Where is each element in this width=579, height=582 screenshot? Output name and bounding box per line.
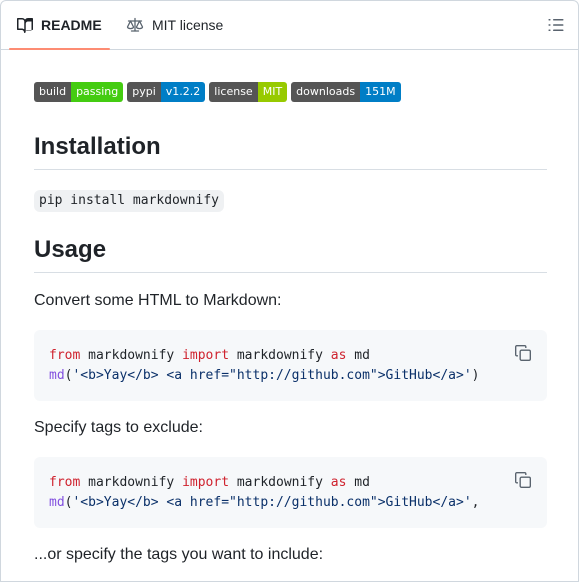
code-block-exclude: from markdownify import markdownify as m… xyxy=(34,457,547,528)
copy-button[interactable] xyxy=(514,344,532,362)
heading-usage: Usage xyxy=(34,236,547,273)
badge-build[interactable]: build passing xyxy=(34,82,124,102)
badge-downloads[interactable]: downloads 151M xyxy=(291,82,401,102)
book-icon xyxy=(17,17,33,33)
include-text: ...or specify the tags you want to inclu… xyxy=(34,546,324,563)
readme-tab-bar: README MIT license xyxy=(1,1,578,50)
usage-intro-text: Convert some HTML to Markdown: xyxy=(34,292,282,309)
heading-installation: Installation xyxy=(34,133,547,170)
copy-icon xyxy=(515,345,531,361)
code-content: from markdownify import markdownify as m… xyxy=(49,348,480,383)
exclude-text: Specify tags to exclude: xyxy=(34,419,203,436)
tab-license[interactable]: MIT license xyxy=(118,1,231,49)
list-unordered-icon xyxy=(548,19,564,31)
readme-panel: README MIT license build passing pypi v1.2… xyxy=(0,0,579,582)
tab-readme-label: README xyxy=(41,17,102,33)
badge-pypi[interactable]: pypi v1.2.2 xyxy=(127,82,206,102)
badge-license[interactable]: license MIT xyxy=(209,82,288,102)
tab-readme[interactable]: README xyxy=(9,1,110,50)
code-block-convert: from markdownify import markdownify as m… xyxy=(34,330,547,401)
tab-license-label: MIT license xyxy=(152,17,224,33)
outline-button[interactable] xyxy=(546,15,566,35)
copy-button[interactable] xyxy=(514,471,532,489)
badge-row: build passing pypi v1.2.2 license MIT downl… xyxy=(34,82,401,102)
copy-icon xyxy=(515,472,531,488)
code-content: from markdownify import markdownify as m… xyxy=(49,475,480,510)
install-command: pip install markdownify xyxy=(34,190,225,212)
law-scale-icon xyxy=(126,17,144,32)
